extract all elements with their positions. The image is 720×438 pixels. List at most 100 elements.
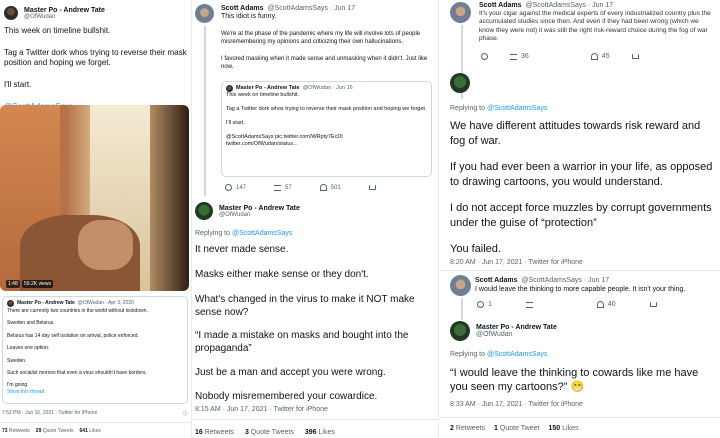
quoted-meta: @OfWudan · Jun 16 [302,85,353,91]
quoted-line: Tag a Twitter dork whos trying to revers… [226,106,427,112]
avatar[interactable] [195,202,213,220]
tweet-line: Masks either make sense or they don't. [195,269,369,280]
author-name[interactable]: Master Po - Andrew Tate [476,324,557,331]
like-button[interactable]: 501 [319,184,341,191]
tweet-line: This idiot is funny. [221,13,277,20]
tweet-timestamp[interactable]: 8:20 AM · Jun 17, 2021 · Twitter for iPh… [450,259,583,266]
reply-icon [477,301,484,308]
tweet-actions: 147 57 501 [225,184,376,191]
retweet-count[interactable]: 2 Retweets [450,425,485,432]
tweet-actions: 1 40 [477,301,657,308]
tweet-line: It never made sense. [195,244,289,255]
thread-line [204,26,206,196]
thread-line [461,298,463,320]
author-name[interactable]: Master Po - Andrew Tate [24,7,105,14]
tweet-line: You failed. [450,243,501,255]
quoted-line: @ScottAdamsSays pic.twitter.com/WRpty7Ec… [226,134,343,140]
heart-icon [590,53,598,60]
author-name[interactable]: Scott Adams [475,276,518,285]
heart-icon [596,301,604,308]
tweet-line: It's your cigar against the medical expe… [479,10,711,42]
author-handle[interactable]: @OfWudan [24,14,105,20]
retweet-button[interactable]: 57 [274,184,292,191]
tweet-body: It never made sense. Masks either make s… [195,243,433,403]
quoted-line: This week on timeline bullshit. [226,92,300,98]
avatar[interactable] [195,4,214,23]
author-name[interactable]: Scott Adams [221,5,264,13]
show-thread-link[interactable]: Show this thread [7,389,183,395]
tweet-line: Nobody misremembered your cowardice. [195,391,378,402]
tweet-timestamp[interactable]: 8:33 AM · Jun 17, 2021 · Twitter for iPh… [450,401,583,408]
share-icon [631,54,639,59]
video-duration: 1:48 [6,280,20,288]
quote-count[interactable]: 29 Quote Tweets [36,428,74,434]
tweet-line: “I would leave the thinking to cowards l… [450,367,699,393]
share-button[interactable] [368,185,376,190]
tweet-line: What's changed in the virus to make it N… [195,294,415,318]
share-icon [649,302,657,307]
middle-tweet-panel: Scott Adams @ScottAdamsSays · Jun 17 This… [192,0,438,438]
avatar[interactable] [4,6,18,20]
avatar[interactable] [450,73,470,93]
share-button[interactable] [631,54,639,59]
quoted-line: Such socialist morons that even a virus … [7,370,147,377]
quoted-line: twitter.com/OfWudan/status... [226,141,298,147]
tweet-timestamp[interactable]: 8:15 AM · Jun 17, 2021 · Twitter for iPh… [195,406,328,413]
like-button[interactable]: 45 [590,53,610,60]
avatar[interactable] [7,300,14,307]
author-name[interactable]: Master Po - Andrew Tate [219,205,300,212]
retweet-icon [510,53,517,60]
avatar[interactable] [450,321,470,341]
tweet-line: This week on timeline bullshit. [4,26,111,35]
quoted-tweet[interactable]: Master Po - Andrew Tate @OfWudan · Jun 1… [221,81,432,177]
like-count[interactable]: 641 Likes [80,428,101,434]
quote-count[interactable]: 3 Quote Tweets [245,429,294,436]
right-tweet-panel: Scott Adams @ScottAdamsSays · Jun 17 It's… [439,0,720,438]
quoted-line: Sweden and Belarus. [7,320,55,327]
retweet-button[interactable] [525,301,533,308]
mention-link[interactable]: @ScottAdamsSays [487,351,547,358]
reply-button[interactable]: 147 [225,184,246,191]
reply-button[interactable]: 1 [477,301,492,308]
quoted-line: I'll start. [226,120,245,126]
retweet-count[interactable]: 16 Retweets [195,429,234,436]
author-name[interactable]: Scott Adams [479,2,522,10]
quoted-line: There are currently two countries in the… [7,308,148,314]
tweet-actions: 36 45 [481,53,639,60]
author-handle[interactable]: @OfWudan [476,331,557,338]
quoted-tweet[interactable]: Master Po - Andrew Tate @OfWudan · Apr 3… [2,296,188,404]
quoted-line: Leaves one option. [7,345,50,352]
tweet-timestamp[interactable]: 7:52 PM · Jun 16, 2021 · Twitter for iPh… [2,410,97,417]
share-button[interactable] [649,302,657,307]
tweet-body: We have different attitudes towards risk… [450,119,714,257]
like-count[interactable]: 396 Likes [305,429,335,436]
like-button[interactable]: 40 [596,301,616,308]
tweet-line: If you had ever been a warrior in your l… [450,161,713,188]
tweet-stats: 16 Retweets 3 Quote Tweets 396 Likes [195,429,335,436]
avatar[interactable] [450,275,471,296]
author-handle[interactable]: @ScottAdamsSays · Jun 17 [268,5,356,13]
author-handle[interactable]: @ScottAdamsSays · Jun 17 [522,276,610,285]
reply-button[interactable] [481,53,488,60]
mention-link[interactable]: @ScottAdamsSays [232,230,292,237]
quoted-line: Sweden. [7,357,27,364]
replying-to: Replying to @ScottAdamsSays [450,351,548,358]
replying-to: Replying to @ScottAdamsSays [450,105,548,112]
tweet-line: I would leave the thinking to more capab… [475,286,686,293]
avatar[interactable] [450,2,471,23]
author-handle[interactable]: @ScottAdamsSays · Jun 17 [526,2,614,10]
like-count[interactable]: 150 Likes [548,425,578,432]
author-handle[interactable]: @OfWudan [219,212,300,218]
avatar[interactable] [226,85,233,92]
info-icon[interactable]: ⓘ [183,410,188,417]
tweet-video[interactable]: 1:48 59.2K views [0,105,189,291]
tweet-body: This week on timeline bullshit. Tag a Tw… [0,20,191,112]
retweet-count[interactable]: 73 Retweets [2,428,30,434]
quote-count[interactable]: 1 Quote Tweet [494,425,539,432]
retweet-button[interactable]: 36 [510,53,529,60]
mention-link[interactable]: @ScottAdamsSays [487,105,547,112]
tweet-line: I do not accept force muzzles by corrupt… [450,202,712,229]
tweet-line: “I made a mistake on masks and bought in… [195,330,409,354]
quoted-author: Master Po - Andrew Tate [236,85,300,91]
video-views: 59.2K views [22,280,53,288]
